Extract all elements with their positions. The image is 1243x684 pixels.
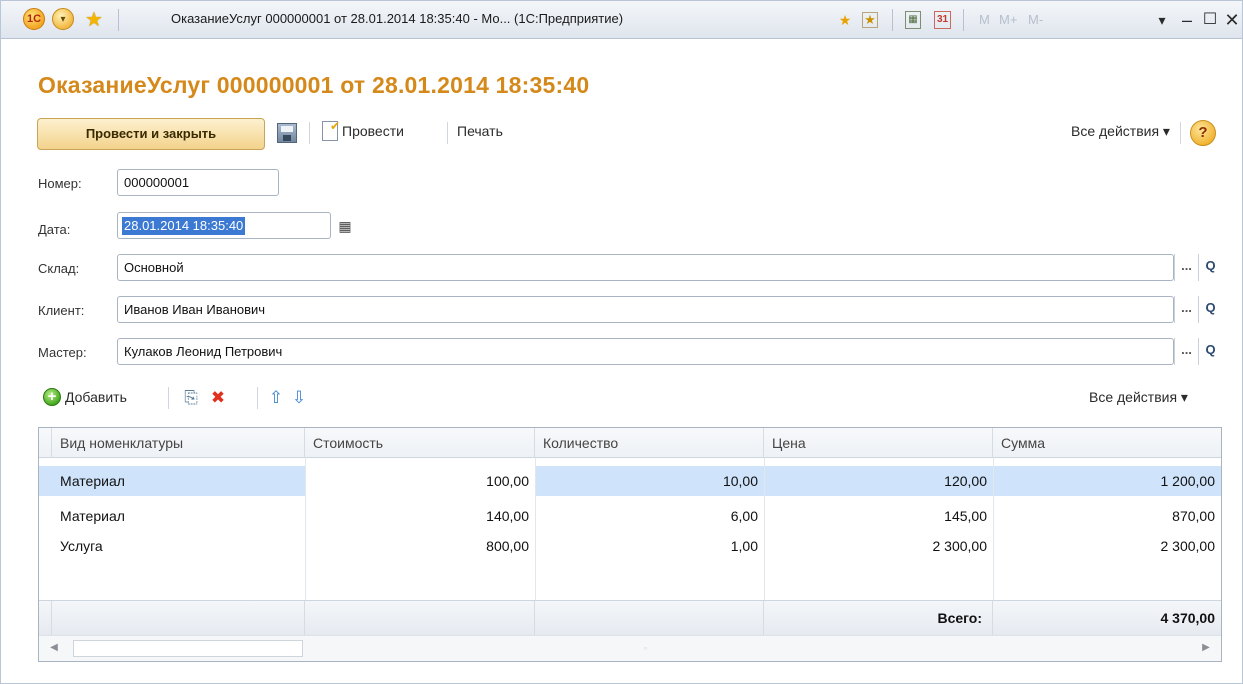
document-window: 1С ▾ ★ ОказаниеУслуг 000000001 от 28.01.… [0,0,1243,684]
cell-qty[interactable]: 1,00 [535,531,764,561]
toolbar-separator [963,9,964,31]
horizontal-scrollbar[interactable]: ◀ ▫ ▶ [39,635,1221,661]
cell-price[interactable]: 120,00 [764,466,993,496]
warehouse-field[interactable]: Основной [117,254,1174,281]
cell-sum[interactable]: 2 300,00 [993,531,1221,561]
column-header-cost[interactable]: Стоимость [305,428,535,458]
chevron-down-icon[interactable]: ▾ [52,8,74,30]
client-field[interactable]: Иванов Иван Иванович [117,296,1174,323]
add-row-label: Добавить [65,389,127,405]
calendar-picker-icon[interactable]: ▦ [335,216,355,236]
cell-price[interactable]: 2 300,00 [764,531,993,561]
post-and-close-button[interactable]: Провести и закрыть [37,118,265,150]
cell-type[interactable]: Материал [52,501,305,531]
memory-mminus-button[interactable]: M- [1028,12,1043,27]
window-menu-icon[interactable]: ▾ [1149,7,1175,33]
add-row-button[interactable]: + Добавить [43,388,127,406]
memory-mplus-button[interactable]: M+ [999,12,1017,27]
master-select-button[interactable]: ... [1174,338,1198,365]
copy-row-icon[interactable]: ⎘ [181,388,201,408]
footer-cell [535,601,764,636]
cell-sum[interactable]: 1 200,00 [993,466,1221,496]
cell-type[interactable]: Материал [52,466,305,496]
table-row[interactable]: Услуга 800,00 1,00 2 300,00 2 300,00 [39,531,1221,561]
help-icon[interactable]: ? [1190,120,1216,146]
toolbar-separator [1180,122,1181,144]
move-up-icon[interactable]: ⇧ [266,388,286,408]
close-icon[interactable]: ✕ [1219,7,1243,33]
post-button[interactable]: Провести [342,123,404,139]
all-actions-menu[interactable]: Все действия ▾ [1071,123,1170,140]
toolbar-separator [118,9,119,31]
warehouse-label: Склад: [38,261,80,276]
table-all-actions-menu[interactable]: Все действия ▾ [1089,389,1188,406]
footer-cell [305,601,535,636]
save-icon[interactable] [277,123,297,143]
client-open-icon[interactable]: Q [1198,296,1222,323]
cell-qty[interactable]: 6,00 [535,501,764,531]
toolbar-separator [168,387,169,409]
app-menu-1c-icon[interactable]: 1С [23,8,45,30]
favorite-star-icon[interactable]: ★ [81,7,107,33]
print-button[interactable]: Печать [457,123,503,139]
column-divider [764,458,765,600]
date-field[interactable]: 28.01.2014 18:35:40 [117,212,331,239]
cell-price[interactable]: 145,00 [764,501,993,531]
move-down-icon[interactable]: ⇩ [289,388,309,408]
column-header-type[interactable]: Вид номенклатуры [52,428,305,458]
table-footer: Всего: 4 370,00 [39,600,1221,636]
calculator-icon[interactable]: ▦ [905,11,921,29]
date-value: 28.01.2014 18:35:40 [122,217,246,235]
table-header: Вид номенклатуры Стоимость Количество Це… [39,428,1221,458]
scroll-right-icon[interactable]: ▶ [1199,641,1213,655]
scroll-left-icon[interactable]: ◀ [47,641,61,655]
date-label: Дата: [38,222,71,237]
client-label: Клиент: [38,303,85,318]
total-label: Всего: [764,601,993,636]
column-header-qty[interactable]: Количество [535,428,764,458]
toolbar-separator [892,9,893,31]
cell-cost[interactable]: 140,00 [305,501,535,531]
warehouse-select-button[interactable]: ... [1174,254,1198,281]
scrollbar-thumb[interactable] [73,640,303,657]
history-icon[interactable]: ★ [862,12,878,28]
row-marker-header [39,428,52,458]
table-row[interactable]: Материал 100,00 10,00 120,00 1 200,00 [39,466,1221,496]
page-title: ОказаниеУслуг 000000001 от 28.01.2014 18… [38,72,590,98]
footer-cell [52,601,305,636]
toolbar-separator [257,387,258,409]
master-open-icon[interactable]: Q [1198,338,1222,365]
cell-cost[interactable]: 800,00 [305,531,535,561]
client-select-button[interactable]: ... [1174,296,1198,323]
cell-sum[interactable]: 870,00 [993,501,1221,531]
cell-qty[interactable]: 10,00 [535,466,764,496]
add-to-favorites-icon[interactable]: ★ [835,10,855,30]
warehouse-open-icon[interactable]: Q [1198,254,1222,281]
toolbar-separator [447,122,448,144]
column-header-price[interactable]: Цена [764,428,993,458]
delete-row-icon[interactable]: ✖ [208,388,228,408]
column-header-sum[interactable]: Сумма [993,428,1221,458]
column-divider [535,458,536,600]
title-bar: 1С ▾ ★ ОказаниеУслуг 000000001 от 28.01.… [1,1,1242,39]
table-row[interactable]: Материал 140,00 6,00 145,00 870,00 [39,501,1221,531]
footer-marker [39,601,52,636]
toolbar-separator [309,122,310,144]
master-field[interactable]: Кулаков Леонид Петрович [117,338,1174,365]
cell-type[interactable]: Услуга [52,531,305,561]
total-value: 4 370,00 [1160,610,1216,626]
memory-m-button[interactable]: M [979,12,990,27]
column-divider [993,458,994,600]
window-title: ОказаниеУслуг 000000001 от 28.01.2014 18… [171,11,624,26]
post-document-icon[interactable] [322,119,340,141]
column-divider [305,458,306,600]
cell-cost[interactable]: 100,00 [305,466,535,496]
number-label: Номер: [38,176,82,191]
add-icon: + [43,388,61,406]
services-table: Вид номенклатуры Стоимость Количество Це… [38,427,1222,662]
scrollbar-grip-icon: ▫ [644,644,647,653]
master-label: Мастер: [38,345,87,360]
calendar-icon[interactable]: 31 [934,11,951,29]
number-field[interactable]: 000000001 [117,169,279,196]
